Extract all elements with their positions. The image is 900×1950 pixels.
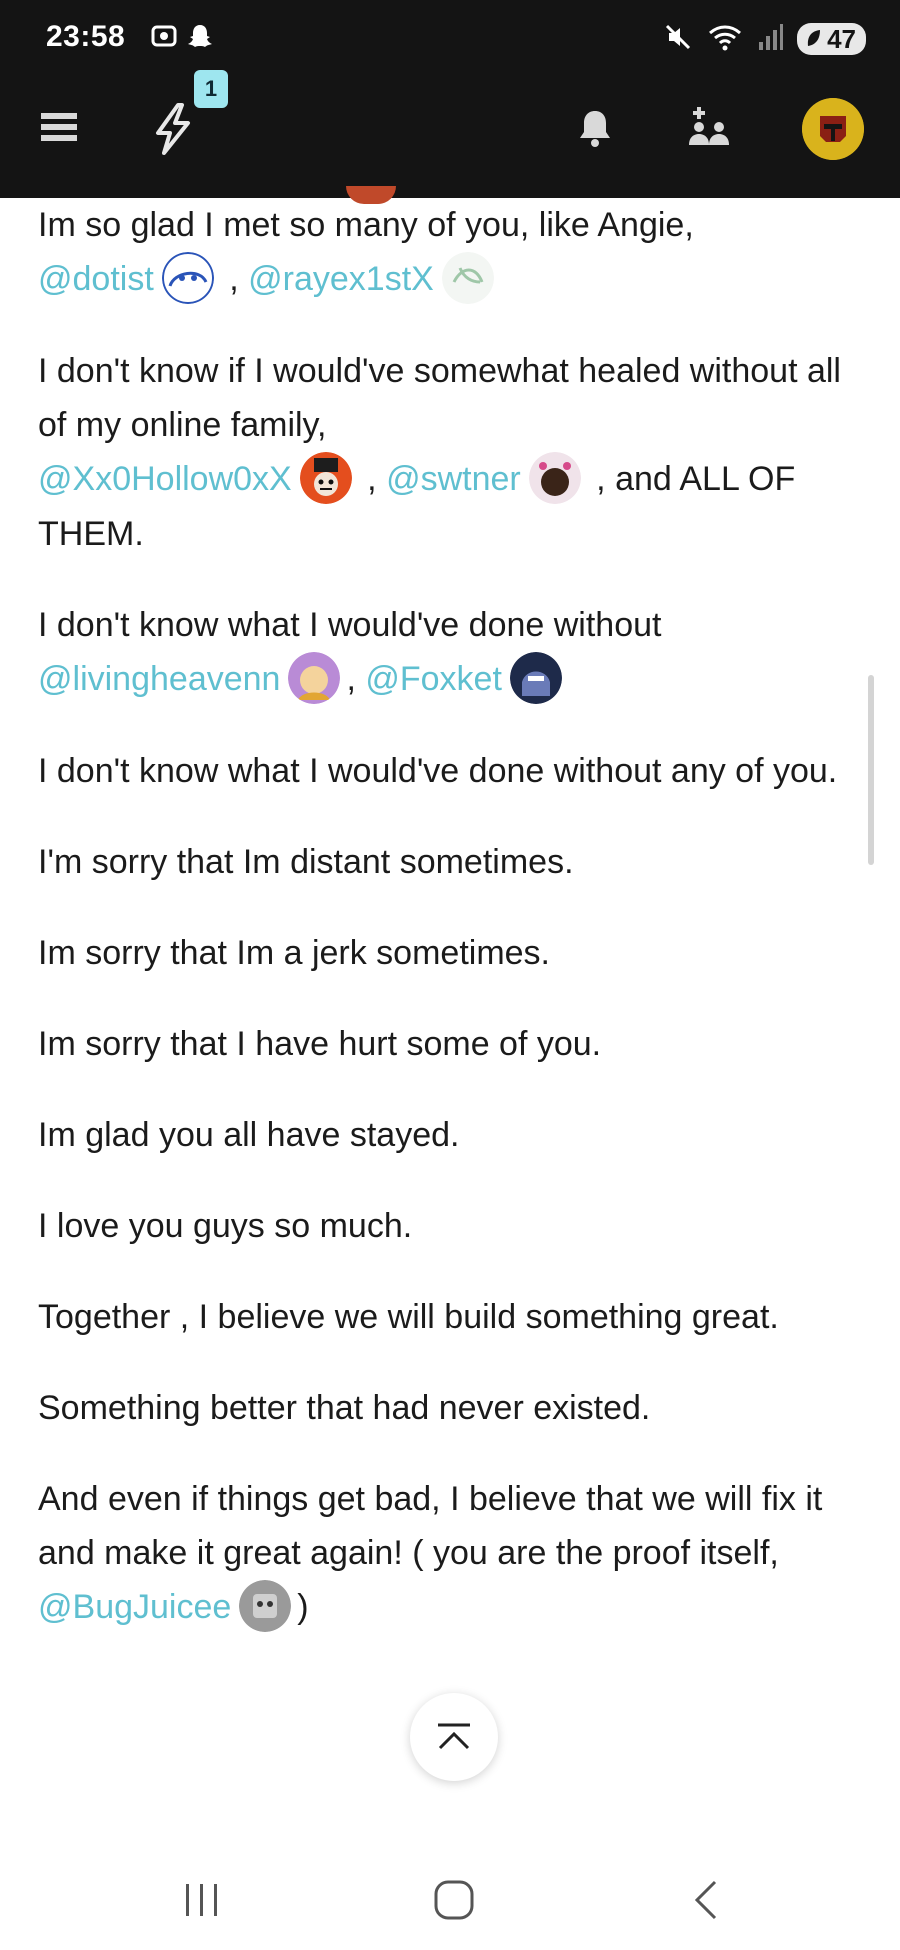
screenshot-icon (150, 22, 178, 54)
avatar[interactable] (528, 452, 581, 505)
friends-button[interactable] (686, 104, 734, 152)
signal-icon (757, 22, 784, 56)
leaf-icon (807, 30, 821, 46)
paragraph: Im sorry that I have hurt some of you. (38, 1025, 602, 1064)
mention-link-rayex1stx[interactable]: @rayex1stX (248, 260, 434, 298)
paragraph-text: I don't know if I would've somewhat heal… (38, 352, 841, 445)
back-icon (694, 1880, 717, 1920)
notifications-button[interactable] (574, 104, 616, 152)
people-icon (689, 107, 729, 145)
paragraph: I love you guys so much. (38, 1207, 413, 1246)
paragraph: I don't know what I would've done withou… (38, 598, 858, 707)
snapchat-icon (186, 22, 214, 54)
menu-button[interactable] (38, 106, 80, 148)
paragraph-text: Im so glad I met so many of you, like An… (38, 206, 694, 244)
paragraph: Together , I believe we will build somet… (38, 1298, 779, 1337)
paragraph-text: I don't know what I would've done withou… (38, 606, 662, 645)
mention-link-livingheavenn[interactable]: @livingheavenn (38, 660, 280, 698)
paragraph: I don't know if I would've somewhat heal… (38, 344, 858, 561)
mention-link-xx0hollow0xx[interactable]: @Xx0Hollow0xX (38, 460, 292, 498)
paragraph-text: ) (297, 1588, 309, 1627)
avatar[interactable] (239, 1580, 292, 1633)
back-button[interactable] (676, 1876, 736, 1924)
mute-icon (663, 22, 693, 56)
paragraph-text: And even if things get bad, I believe th… (38, 1480, 823, 1573)
avatar[interactable] (299, 452, 352, 505)
scroll-to-top-button[interactable] (410, 1693, 498, 1781)
app-bar: 1 (0, 66, 900, 198)
chevron-up-icon (438, 1723, 470, 1750)
mention-link-bugjuicee[interactable]: @BugJuicee (38, 1588, 231, 1626)
mention-link-foxket[interactable]: @Foxket (365, 660, 502, 698)
status-left-icons (150, 22, 214, 54)
paragraph: I'm sorry that Im distant sometimes. (38, 843, 574, 882)
home-button[interactable] (424, 1876, 484, 1924)
lightning-icon (156, 103, 190, 155)
mention-link-dotist[interactable]: @dotist (38, 260, 154, 298)
separator: , (219, 260, 249, 298)
mention-link-swtner[interactable]: @swtner (386, 460, 521, 498)
battery-level: 47 (827, 23, 856, 54)
avatar[interactable] (288, 652, 341, 705)
hamburger-icon (41, 113, 77, 141)
status-time: 23:58 (46, 20, 126, 53)
paragraph: I don't know what I would've done withou… (38, 752, 838, 791)
separator: , (346, 660, 366, 699)
status-right-icons: 47 (663, 22, 866, 56)
scroll-indicator[interactable] (868, 675, 874, 865)
status-bar: 23:58 47 (0, 0, 900, 66)
notification-count-badge: 1 (194, 70, 228, 108)
system-nav-bar (0, 1846, 900, 1950)
paragraph: Im so glad I met so many of you, like An… (38, 198, 858, 307)
separator: , (357, 460, 387, 499)
recents-button[interactable] (172, 1876, 232, 1924)
wifi-icon (707, 22, 743, 56)
avatar[interactable] (441, 252, 494, 305)
activity-button[interactable] (146, 102, 198, 156)
avatar[interactable] (161, 252, 214, 305)
battery-indicator: 47 (797, 23, 866, 55)
home-icon (434, 1880, 474, 1920)
post-body: Im so glad I met so many of you, like An… (38, 198, 858, 1672)
recents-icon (186, 1884, 217, 1916)
avatar (802, 98, 864, 160)
bell-icon (580, 111, 610, 147)
profile-avatar-button[interactable] (802, 98, 864, 160)
paragraph: Something better that had never existed. (38, 1389, 651, 1428)
paragraph: And even if things get bad, I believe th… (38, 1472, 858, 1635)
paragraph: Im sorry that Im a jerk sometimes. (38, 934, 550, 973)
avatar[interactable] (509, 652, 562, 705)
paragraph: Im glad you all have stayed. (38, 1116, 460, 1155)
